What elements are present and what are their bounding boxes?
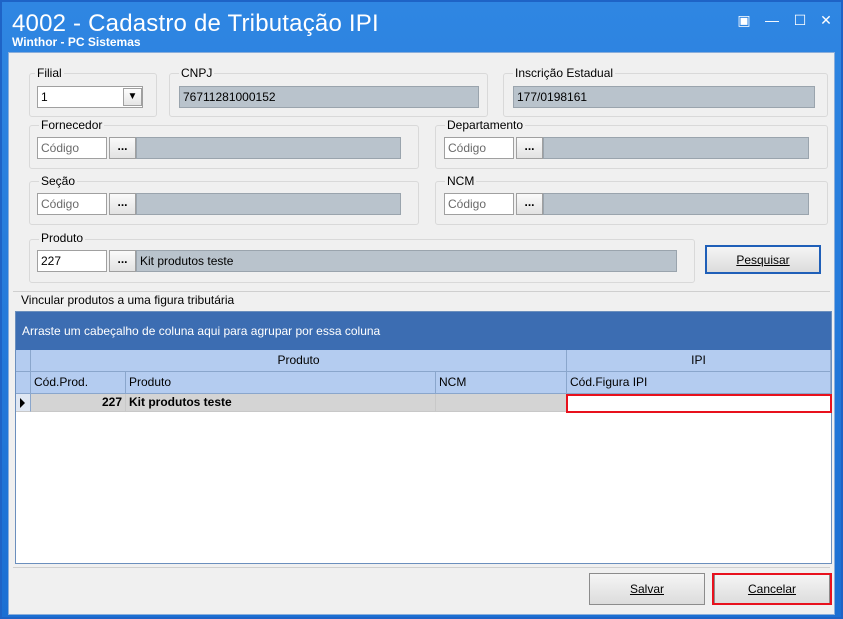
departamento-label: Departamento (445, 118, 526, 132)
produto-search-button[interactable]: ... (109, 250, 136, 272)
maximize-icon[interactable]: ☐ (788, 10, 812, 30)
band-produto[interactable]: Produto (31, 350, 567, 372)
window-subtitle: Winthor - PC Sistemas (12, 35, 141, 49)
departamento-description (543, 137, 809, 159)
fornecedor-description (136, 137, 401, 159)
group-by-panel[interactable]: Arraste um cabeçalho de coluna aqui para… (16, 312, 831, 350)
inscricao-label: Inscrição Estadual (513, 66, 616, 80)
app-window: 4002 - Cadastro de Tributação IPI Wintho… (0, 0, 843, 619)
section-divider (13, 291, 830, 292)
ncm-label: NCM (445, 174, 477, 188)
restore-icon[interactable]: ▣ (732, 10, 756, 30)
produto-description: Kit produtos teste (136, 250, 677, 272)
form-body: Filial 1 ▼ CNPJ 76711281000152 Inscrição… (8, 52, 835, 615)
inscricao-field: 177/0198161 (513, 86, 815, 108)
salvar-button-label: Salvar (629, 582, 664, 596)
chevron-down-icon[interactable]: ▼ (123, 88, 142, 106)
secao-search-button[interactable]: ... (109, 193, 136, 215)
filial-label: Filial (35, 66, 64, 80)
cell-ncm[interactable] (436, 394, 567, 412)
minimize-icon[interactable]: — (760, 10, 784, 30)
close-icon[interactable]: ✕ (814, 10, 838, 30)
band-ipi[interactable]: IPI (567, 350, 831, 372)
band-indicator-cell (16, 350, 31, 372)
cnpj-field: 76711281000152 (179, 86, 479, 108)
ncm-search-button[interactable]: ... (516, 193, 543, 215)
grid-section-label: Vincular produtos a uma figura tributári… (19, 293, 237, 307)
header-indicator-cell (16, 372, 31, 394)
produto-code-input[interactable]: 227 (37, 250, 107, 272)
departamento-code-input[interactable]: Código (444, 137, 514, 159)
ncm-description (543, 193, 809, 215)
highlight-figura-ipi-cell (566, 394, 832, 413)
window-title: 4002 - Cadastro de Tributação IPI (12, 10, 379, 37)
column-header-ncm[interactable]: NCM (436, 372, 567, 394)
cnpj-label: CNPJ (179, 66, 215, 80)
departamento-search-button[interactable]: ... (516, 137, 543, 159)
column-header-row: Cód.Prod. Produto NCM Cód.Figura IPI (16, 372, 831, 394)
column-header-cod-prod[interactable]: Cód.Prod. (31, 372, 126, 394)
fornecedor-code-input[interactable]: Código (37, 137, 107, 159)
fornecedor-label: Fornecedor (39, 118, 105, 132)
pesquisar-button-label: Pesquisar (736, 253, 790, 267)
footer-divider (13, 567, 830, 568)
ncm-code-input[interactable]: Código (444, 193, 514, 215)
cell-cod-prod[interactable]: 227 (31, 394, 126, 412)
row-pointer-icon (20, 398, 25, 408)
secao-code-input[interactable]: Código (37, 193, 107, 215)
band-header-row: Produto IPI (16, 350, 831, 372)
column-header-produto[interactable]: Produto (126, 372, 436, 394)
row-indicator (16, 394, 31, 412)
produto-label: Produto (39, 231, 86, 245)
secao-label: Seção (39, 174, 78, 188)
pesquisar-button[interactable]: Pesquisar (705, 245, 821, 274)
secao-description (136, 193, 401, 215)
highlight-cancelar-button (712, 573, 832, 605)
salvar-button[interactable]: Salvar (589, 573, 705, 605)
cell-produto[interactable]: Kit produtos teste (126, 394, 436, 412)
products-grid[interactable]: Arraste um cabeçalho de coluna aqui para… (15, 311, 832, 564)
title-bar: 4002 - Cadastro de Tributação IPI Wintho… (2, 2, 841, 50)
fornecedor-search-button[interactable]: ... (109, 137, 136, 159)
column-header-cod-figura-ipi[interactable]: Cód.Figura IPI (567, 372, 831, 394)
